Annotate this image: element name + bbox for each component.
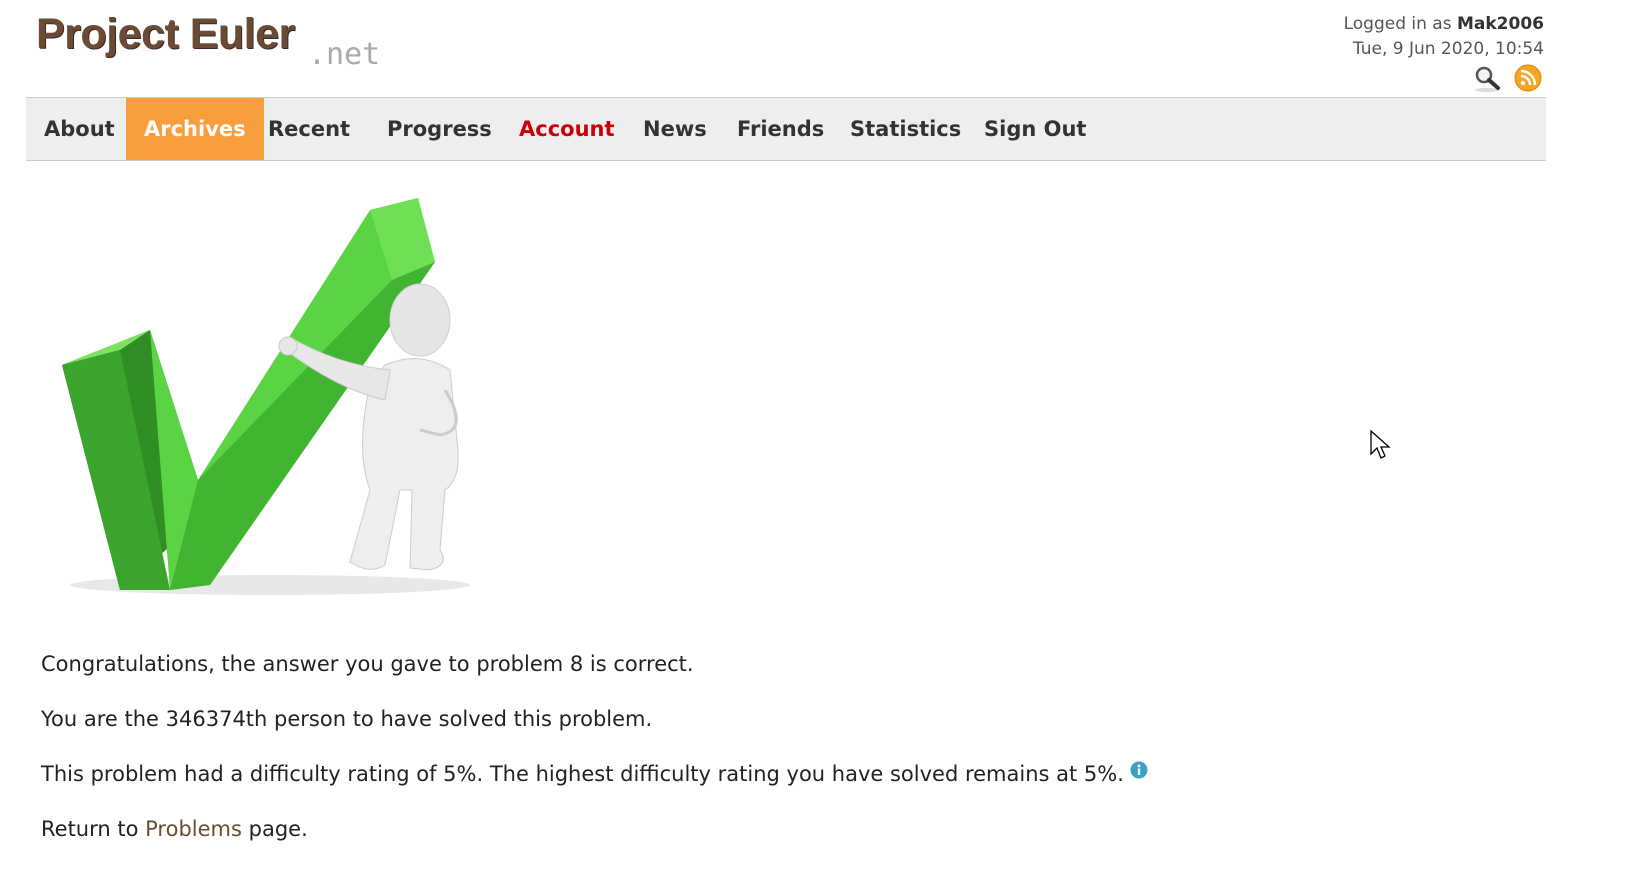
nav-sign-out[interactable]: Sign Out	[966, 98, 1104, 160]
problems-link[interactable]: Problems	[145, 817, 242, 841]
nav-progress[interactable]: Progress	[369, 98, 510, 160]
rss-icon[interactable]	[1514, 64, 1542, 92]
header-icons	[1465, 64, 1542, 92]
username: Mak2006	[1456, 14, 1544, 34]
main-nav: About Archives Recent Progress Account N…	[26, 97, 1546, 161]
current-datetime: Tue, 9 Jun 2020, 10:54	[1352, 39, 1544, 59]
congrats-text: Congratulations, the answer you gave to …	[41, 652, 694, 676]
nav-archives[interactable]: Archives	[126, 98, 264, 160]
nav-news[interactable]: News	[625, 98, 725, 160]
nav-recent[interactable]: Recent	[250, 98, 368, 160]
logo-main-text: Project Euler	[36, 10, 295, 58]
nav-statistics[interactable]: Statistics	[832, 98, 979, 160]
result-message: Congratulations, the answer you gave to …	[41, 650, 1148, 870]
logo-suffix-text: .net	[308, 37, 381, 72]
nav-account[interactable]: Account	[501, 98, 633, 160]
info-icon[interactable]	[1130, 758, 1148, 779]
solver-rank-text: You are the 346374th person to have solv…	[41, 707, 653, 731]
return-suffix: page.	[248, 817, 308, 841]
search-icon[interactable]	[1473, 64, 1501, 92]
difficulty-text-row: This problem had a difficulty rating of …	[41, 760, 1148, 788]
mouse-cursor-icon	[1370, 429, 1392, 462]
difficulty-text: This problem had a difficulty rating of …	[41, 762, 1124, 786]
login-status: Logged in as Mak2006	[1344, 12, 1544, 37]
user-info: Logged in as Mak2006 Tue, 9 Jun 2020, 10…	[1344, 12, 1544, 62]
nav-about[interactable]: About	[26, 98, 133, 160]
return-prefix: Return to	[41, 817, 139, 841]
return-line: Return to Problems page.	[41, 815, 1148, 843]
logged-in-prefix: Logged in as	[1343, 14, 1452, 34]
correct-answer-image	[40, 190, 500, 610]
nav-friends[interactable]: Friends	[719, 98, 842, 160]
